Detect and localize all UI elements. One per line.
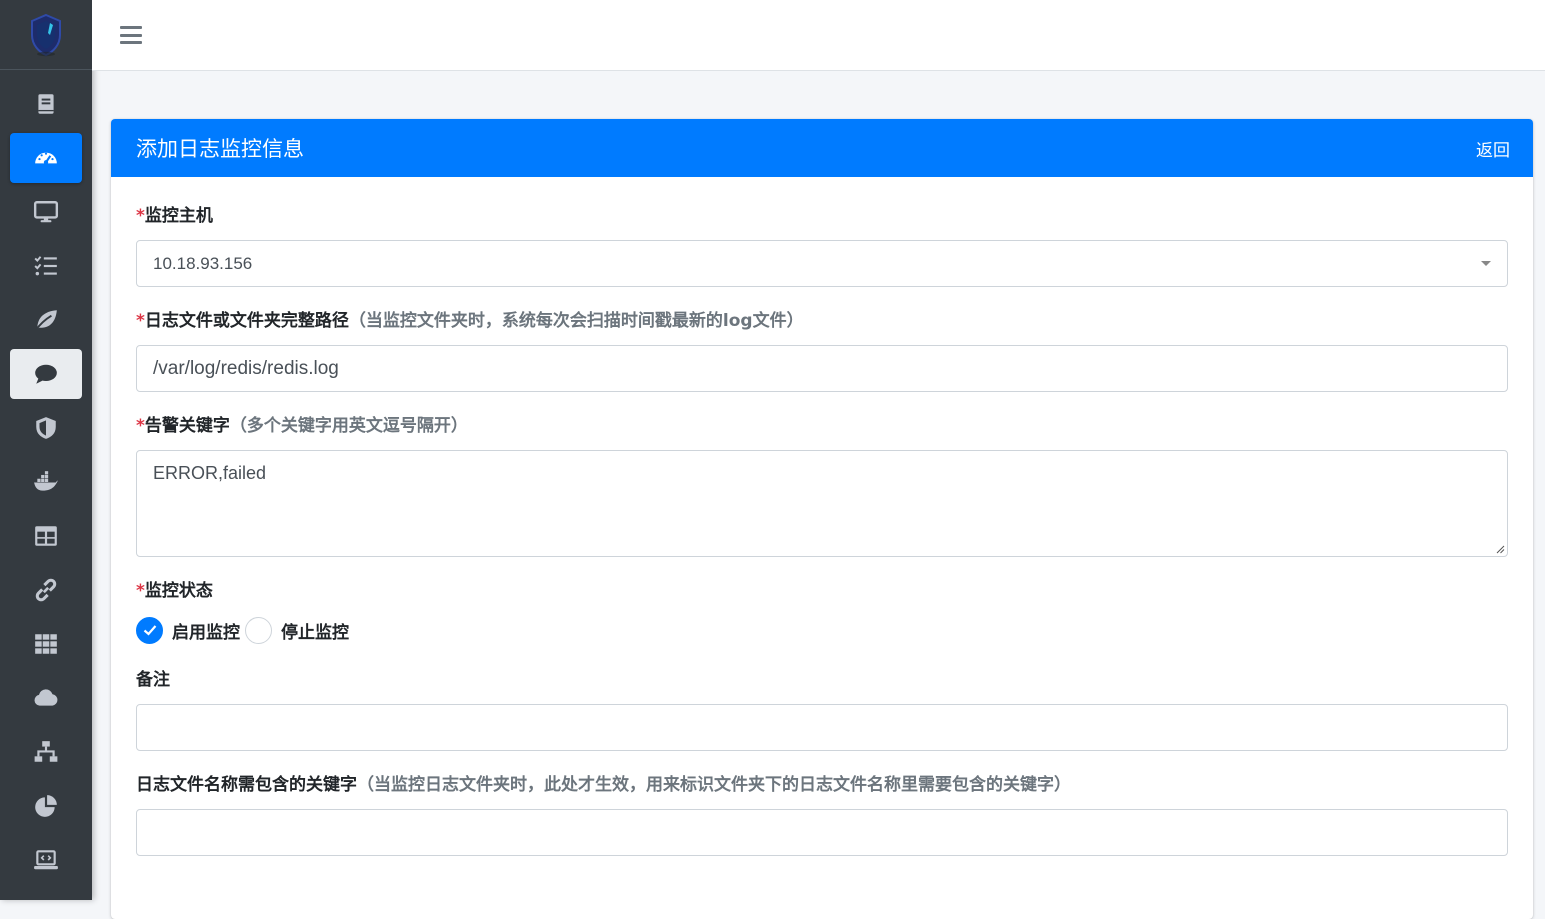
- pie-chart-icon: [35, 795, 57, 817]
- required-mark: *: [136, 206, 145, 226]
- radio-enable-monitor[interactable]: 启用监控: [136, 616, 240, 644]
- remark-label-text: 备注: [136, 670, 170, 690]
- back-link[interactable]: 返回: [1476, 136, 1510, 161]
- path-label-text: 日志文件或文件夹完整路径: [144, 311, 349, 331]
- link-icon: [35, 578, 57, 602]
- sidebar-item-shield[interactable]: [10, 403, 82, 453]
- book-icon: [38, 94, 54, 114]
- sidebar-item-dashboard[interactable]: [10, 133, 82, 183]
- host-label-text: 监控主机: [144, 206, 213, 226]
- log-monitor-form-card: 添加日志监控信息 返回 *监控主机 10.18.93.156 *日志文件或文件夹…: [111, 119, 1533, 919]
- filename-keyword-label: 日志文件名称需包含的关键字（当监控日志文件夹时，此处才生效，用来标识文件夹下的日…: [136, 774, 1508, 796]
- caret-down-icon: [1481, 261, 1491, 266]
- keywords-hint: （多个关键字用英文逗号隔开）: [229, 416, 468, 436]
- check-icon: [143, 625, 156, 636]
- radio-unchecked-indicator[interactable]: [245, 616, 272, 644]
- sidebar: [0, 0, 92, 900]
- status-radio-group: 启用监控 停止监控: [136, 615, 1508, 645]
- host-label: *监控主机: [136, 205, 1508, 227]
- sidebar-item-tasks[interactable]: [10, 241, 82, 291]
- host-select-value: 10.18.93.156: [153, 253, 253, 273]
- radio-checked-indicator[interactable]: [136, 616, 163, 644]
- resize-grip-icon[interactable]: [1496, 545, 1505, 554]
- remark-input[interactable]: [136, 704, 1508, 751]
- table-icon: [35, 526, 57, 546]
- sidebar-item-link[interactable]: [10, 565, 82, 615]
- sidebar-item-desktop[interactable]: [10, 187, 82, 237]
- filename-keyword-hint: （当监控日志文件夹时，此处才生效，用来标识文件夹下的日志文件名称里需要包含的关键…: [357, 775, 1071, 795]
- keywords-textarea[interactable]: ERROR,failed: [136, 450, 1508, 557]
- card-header: 添加日志监控信息 返回: [111, 119, 1533, 177]
- filename-keyword-input[interactable]: [136, 809, 1508, 856]
- desktop-icon: [33, 201, 59, 223]
- form-body: *监控主机 10.18.93.156 *日志文件或文件夹完整路径（当监控文件夹时…: [111, 177, 1533, 856]
- sitemap-icon: [34, 741, 58, 762]
- sidebar-item-leaf[interactable]: [10, 295, 82, 345]
- grid-icon: [35, 634, 57, 654]
- cloud-icon: [34, 689, 58, 706]
- sidebar-item-table[interactable]: [10, 511, 82, 561]
- required-mark: *: [136, 416, 145, 436]
- sidebar-item-laptop[interactable]: [10, 835, 82, 885]
- sidebar-item-cloud[interactable]: [10, 673, 82, 723]
- comment-icon: [35, 364, 57, 384]
- sidebar-item-book[interactable]: [10, 79, 82, 129]
- keywords-textarea-value: ERROR,failed: [153, 463, 267, 483]
- path-label: *日志文件或文件夹完整路径（当监控文件夹时，系统每次会扫描时间戳最新的log文件…: [136, 310, 1508, 332]
- page-title: 添加日志监控信息: [136, 137, 304, 161]
- path-input[interactable]: /var/log/redis/redis.log: [136, 345, 1508, 392]
- radio-enable-label: 启用监控: [172, 622, 240, 643]
- menu-toggle-icon[interactable]: [120, 26, 142, 44]
- leaf-icon: [34, 310, 57, 332]
- topbar: [92, 0, 1545, 71]
- required-mark: *: [136, 311, 145, 331]
- status-label: *监控状态: [136, 580, 1508, 602]
- required-mark: *: [136, 581, 145, 601]
- sidebar-item-pie[interactable]: [10, 781, 82, 831]
- filename-keyword-label-text: 日志文件名称需包含的关键字: [136, 775, 357, 795]
- task-list-icon: [34, 256, 57, 276]
- docker-icon: [34, 471, 58, 491]
- path-hint: （当监控文件夹时，系统每次会扫描时间戳最新的log文件）: [348, 311, 804, 331]
- sidebar-item-docker[interactable]: [10, 457, 82, 507]
- radio-stop-label: 停止监控: [281, 622, 349, 643]
- sidebar-item-comment[interactable]: [10, 349, 82, 399]
- keywords-label: *告警关键字（多个关键字用英文逗号隔开）: [136, 415, 1508, 437]
- laptop-code-icon: [34, 850, 58, 870]
- shield-logo-icon: [31, 13, 61, 56]
- sidebar-nav: [0, 70, 92, 885]
- host-select[interactable]: 10.18.93.156: [136, 240, 1508, 287]
- status-label-text: 监控状态: [144, 581, 213, 601]
- sidebar-item-sitemap[interactable]: [10, 727, 82, 777]
- shield-icon: [36, 417, 56, 439]
- sidebar-item-grid[interactable]: [10, 619, 82, 669]
- brand[interactable]: [0, 0, 92, 70]
- radio-stop-monitor[interactable]: 停止监控: [245, 616, 349, 644]
- path-input-value: /var/log/redis/redis.log: [153, 357, 339, 379]
- dashboard-gauge-icon: [35, 152, 57, 165]
- remark-label: 备注: [136, 669, 1508, 691]
- keywords-label-text: 告警关键字: [144, 416, 230, 436]
